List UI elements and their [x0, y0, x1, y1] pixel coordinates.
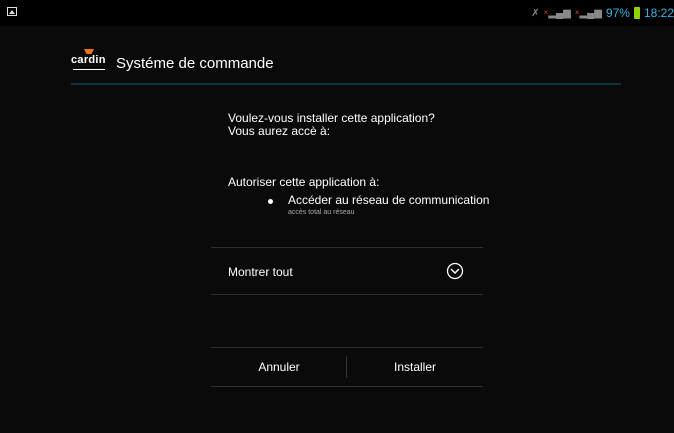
- install-button[interactable]: Installer: [347, 348, 483, 386]
- cardin-logo: cardin: [71, 54, 109, 70]
- clock: 18:22: [643, 6, 674, 20]
- question-line-2: Vous aurez accè à:: [228, 124, 331, 138]
- image-notification-icon: [7, 7, 17, 16]
- divider: [211, 294, 483, 295]
- android-screen: ✗ ×▂▄▆ ×▂▄▆ 97% 18:22 cardin Systéme de …: [0, 0, 674, 433]
- signal-icon: ×▂▄▆: [543, 7, 571, 19]
- app-title: Systéme de commande: [116, 55, 274, 72]
- divider: [211, 386, 483, 387]
- status-bar: ✗ ×▂▄▆ ×▂▄▆ 97% 18:22: [0, 0, 674, 26]
- show-all-label: Montrer tout: [228, 265, 293, 279]
- button-bar: Annuler Installer: [211, 348, 483, 386]
- mute-icon: ✗: [531, 7, 540, 19]
- permission-description: accès total au réseau: [288, 209, 355, 216]
- allow-label: Autoriser cette application à:: [228, 175, 380, 189]
- show-all-row[interactable]: Montrer tout: [211, 248, 483, 294]
- header-divider: [71, 83, 621, 85]
- battery-icon: [633, 7, 640, 19]
- battery-percent: 97%: [605, 6, 630, 20]
- install-question: Voulez-vous installer cette application?…: [228, 112, 488, 138]
- app-header: cardin Systéme de commande: [71, 50, 621, 85]
- status-icons: ✗ ×▂▄▆ ×▂▄▆ 97% 18:22: [531, 4, 674, 22]
- chevron-down-icon[interactable]: [446, 262, 464, 280]
- permission-title: Accéder au réseau de communication: [288, 193, 490, 207]
- bullet-icon: [268, 199, 273, 204]
- signal-icon: ×▂▄▆: [574, 7, 602, 19]
- cancel-button[interactable]: Annuler: [211, 348, 347, 386]
